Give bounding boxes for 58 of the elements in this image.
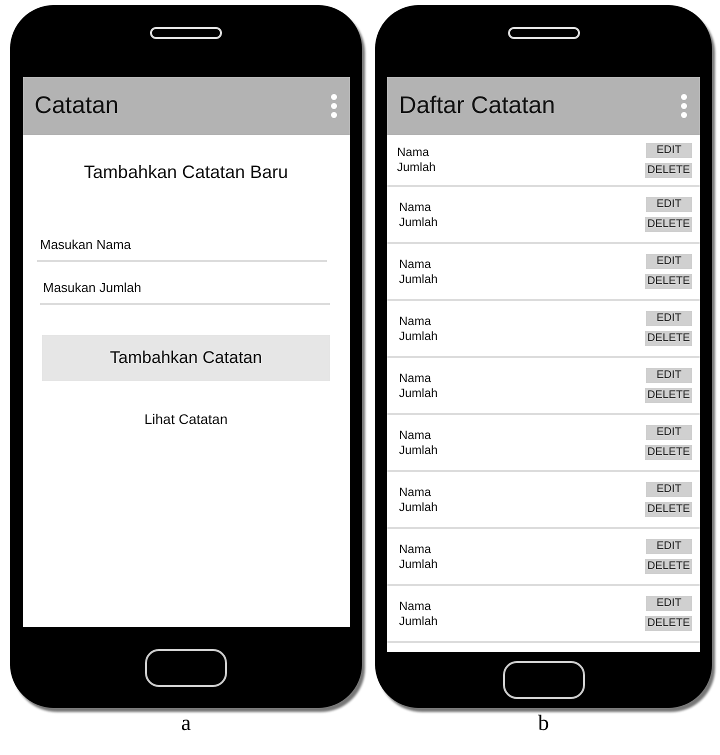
delete-button[interactable]: DELETE [645,388,692,403]
edit-button[interactable]: EDIT [646,482,692,497]
delete-button[interactable]: DELETE [645,559,692,574]
delete-button[interactable]: DELETE [645,616,692,631]
amount-label: Jumlah [399,442,438,458]
edit-button[interactable]: EDIT [646,596,692,611]
delete-button[interactable]: DELETE [645,162,692,178]
input-field[interactable]: Masukan Jumlah [40,276,330,305]
app-bar-title: Catatan [34,92,119,120]
name-label: Nama [399,314,432,328]
list-item[interactable]: Nama Jumlah EDIT DELETE [387,244,700,301]
edit-button[interactable]: EDIT [646,311,692,326]
name-label: Nama [397,145,430,160]
figure-caption: a [181,710,191,736]
name-label: Nama [399,428,432,442]
home-button[interactable] [502,661,584,699]
name-label: Nama [399,200,432,214]
form-heading: Tambahkan Catatan Baru [84,162,288,183]
edit-button[interactable]: EDIT [646,425,692,440]
edit-button[interactable]: EDIT [646,368,692,383]
amount-label: Jumlah [399,272,438,286]
view-notes-link[interactable]: Lihat Catatan [144,411,228,427]
input-field[interactable]: Masukan Nama [37,233,327,262]
earpiece-icon [150,27,222,39]
edit-button[interactable]: EDIT [646,142,692,158]
edit-button[interactable]: EDIT [646,197,692,212]
amount-label: Jumlah [397,160,436,175]
list-item[interactable]: Nama Jumlah EDIT DELETE [387,301,700,358]
list-item[interactable]: Nama Jumlah EDIT DELETE [387,529,700,586]
app-bar-title: Daftar Catatan [399,92,556,120]
amount-label: Jumlah [399,500,438,514]
amount-label: Jumlah [399,386,438,400]
amount-label: Jumlah [399,214,438,230]
figure-caption: b [538,710,549,736]
home-button[interactable] [145,648,227,686]
delete-button[interactable]: DELETE [645,445,692,460]
delete-button[interactable]: DELETE [645,331,692,346]
edit-button[interactable]: EDIT [646,254,692,269]
add-button[interactable]: Tambahkan Catatan [42,335,330,381]
edit-button[interactable]: EDIT [646,539,692,554]
name-label: Nama [399,542,432,556]
list-item[interactable]: Nama Jumlah EDIT DELETE [387,358,700,415]
name-label: Nama [399,598,432,614]
delete-button[interactable]: DELETE [645,502,692,517]
delete-button[interactable]: DELETE [645,274,692,289]
amount-label: Jumlah [399,614,438,628]
name-label: Nama [399,256,432,272]
amount-label: Jumlah [399,556,438,572]
delete-button[interactable]: DELETE [645,217,692,232]
amount-label: Jumlah [399,328,438,344]
list-item[interactable]: Nama Jumlah EDIT DELETE [387,187,700,244]
earpiece-icon [508,27,580,39]
list-item[interactable]: Nama Jumlah EDIT DELETE [387,472,700,529]
name-label: Nama [399,370,432,386]
name-label: Nama [399,484,432,500]
list-item[interactable]: Nama Jumlah EDIT DELETE [387,415,700,472]
list-item[interactable]: Nama Jumlah EDIT DELETE [387,586,700,643]
list-item[interactable]: Nama Jumlah EDIT DELETE [387,135,700,187]
